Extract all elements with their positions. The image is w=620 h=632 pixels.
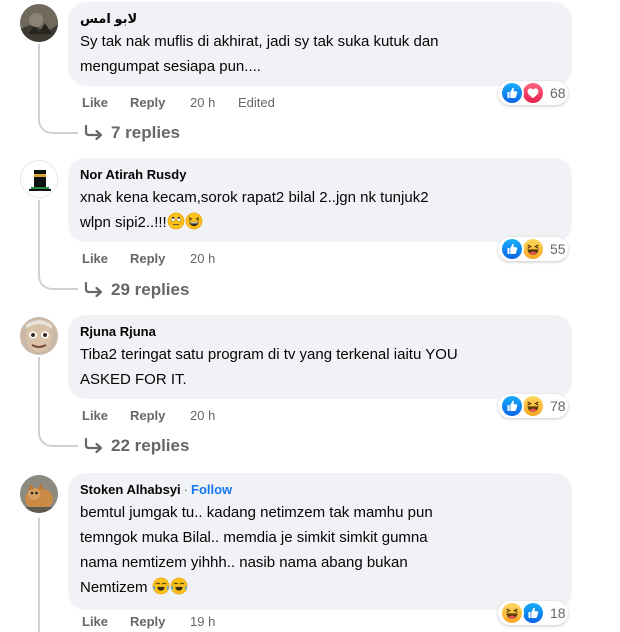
reply-button[interactable]: Reply: [130, 408, 190, 423]
comment-author[interactable]: Rjuna Rjuna: [80, 323, 560, 340]
comment-text: xnak kena kecam,sorok rapat2 bilal 2..jg…: [80, 185, 560, 235]
replies-count-label: 22 replies: [111, 436, 190, 455]
avatar[interactable]: [20, 475, 58, 513]
haha-reaction-icon: [500, 601, 524, 625]
thread-elbow: [38, 118, 78, 134]
reply-button[interactable]: Reply: [130, 251, 190, 266]
reaction-count: 68: [550, 85, 566, 101]
love-reaction-icon: [521, 81, 545, 105]
crying-laughing-emoji: [152, 577, 170, 595]
comment-author[interactable]: Stoken Alhabsyi: [80, 482, 181, 497]
comment-bubble: لابو امس Sy tak nak muflis di akhirat, j…: [68, 2, 572, 86]
like-button[interactable]: Like: [82, 95, 130, 110]
thread-elbow: [38, 431, 78, 447]
comment-author[interactable]: لابو امس: [80, 10, 560, 27]
thread-line: [38, 357, 40, 431]
follow-button[interactable]: Follow: [191, 482, 232, 497]
comment-actions: Like Reply 19 h: [82, 614, 238, 629]
comment-text: Sy tak nak muflis di akhirat, jadi sy ta…: [80, 33, 439, 75]
comment-bubble: Nor Atirah Rusdy xnak kena kecam,sorok r…: [68, 158, 572, 242]
reply-button[interactable]: Reply: [130, 614, 190, 629]
view-replies-button[interactable]: 22 replies: [84, 436, 189, 456]
comment-text-content: xnak kena kecam,sorok rapat2 bilal 2..jg…: [80, 189, 429, 231]
comment-text: Tiba2 teringat satu program di tv yang t…: [80, 346, 458, 388]
rolling-eyes-emoji: [167, 212, 185, 230]
comment-text: bemtul jumgak tu.. kadang netimzem tak m…: [80, 500, 560, 600]
like-reaction-icon: [521, 601, 545, 625]
like-reaction-icon: [500, 237, 524, 261]
comment-timestamp[interactable]: 19 h: [190, 614, 238, 629]
reaction-count: 18: [550, 605, 566, 621]
reply-arrow-icon: [84, 282, 104, 298]
view-replies-button[interactable]: 7 replies: [84, 123, 180, 143]
like-reaction-icon: [500, 394, 524, 418]
avatar[interactable]: [20, 160, 58, 198]
view-replies-button[interactable]: 29 replies: [84, 280, 189, 300]
edited-label: Edited: [238, 95, 275, 110]
replies-count-label: 7 replies: [111, 123, 180, 142]
comment-timestamp[interactable]: 20 h: [190, 408, 238, 423]
comment-text-content: bemtul jumgak tu.. kadang netimzem tak m…: [80, 504, 433, 596]
separator-dot: ·: [183, 482, 188, 497]
avatar[interactable]: [20, 4, 58, 42]
reaction-summary[interactable]: 55: [498, 237, 568, 261]
thread-line: [38, 200, 40, 274]
thread-elbow: [38, 274, 78, 290]
reply-arrow-icon: [84, 438, 104, 454]
reply-arrow-icon: [84, 125, 104, 141]
comment-timestamp[interactable]: 20 h: [190, 95, 238, 110]
avatar[interactable]: [20, 317, 58, 355]
reaction-summary[interactable]: 78: [498, 394, 568, 418]
reply-button[interactable]: Reply: [130, 95, 190, 110]
crying-laughing-emoji: [170, 577, 188, 595]
like-button[interactable]: Like: [82, 614, 130, 629]
comment-actions: Like Reply 20 h: [82, 251, 238, 266]
reaction-summary[interactable]: 18: [498, 601, 568, 625]
haha-reaction-icon: [521, 237, 545, 261]
thread-line: [38, 44, 40, 118]
comment-bubble: Rjuna Rjuna Tiba2 teringat satu program …: [68, 315, 572, 399]
haha-reaction-icon: [521, 394, 545, 418]
like-button[interactable]: Like: [82, 408, 130, 423]
laughing-emoji: [185, 212, 203, 230]
like-reaction-icon: [500, 81, 524, 105]
comment-bubble: Stoken Alhabsyi · Follow bemtul jumgak tu.…: [68, 473, 572, 610]
comment-actions: Like Reply 20 h Edited: [82, 95, 275, 110]
like-button[interactable]: Like: [82, 251, 130, 266]
comment-author-line: Stoken Alhabsyi · Follow: [80, 481, 560, 498]
comment-timestamp[interactable]: 20 h: [190, 251, 238, 266]
comment-actions: Like Reply 20 h: [82, 408, 238, 423]
replies-count-label: 29 replies: [111, 280, 190, 299]
reaction-count: 78: [550, 398, 566, 414]
reaction-summary[interactable]: 68: [498, 81, 568, 105]
reaction-count: 55: [550, 241, 566, 257]
thread-line: [38, 518, 40, 632]
comment-author[interactable]: Nor Atirah Rusdy: [80, 166, 560, 183]
